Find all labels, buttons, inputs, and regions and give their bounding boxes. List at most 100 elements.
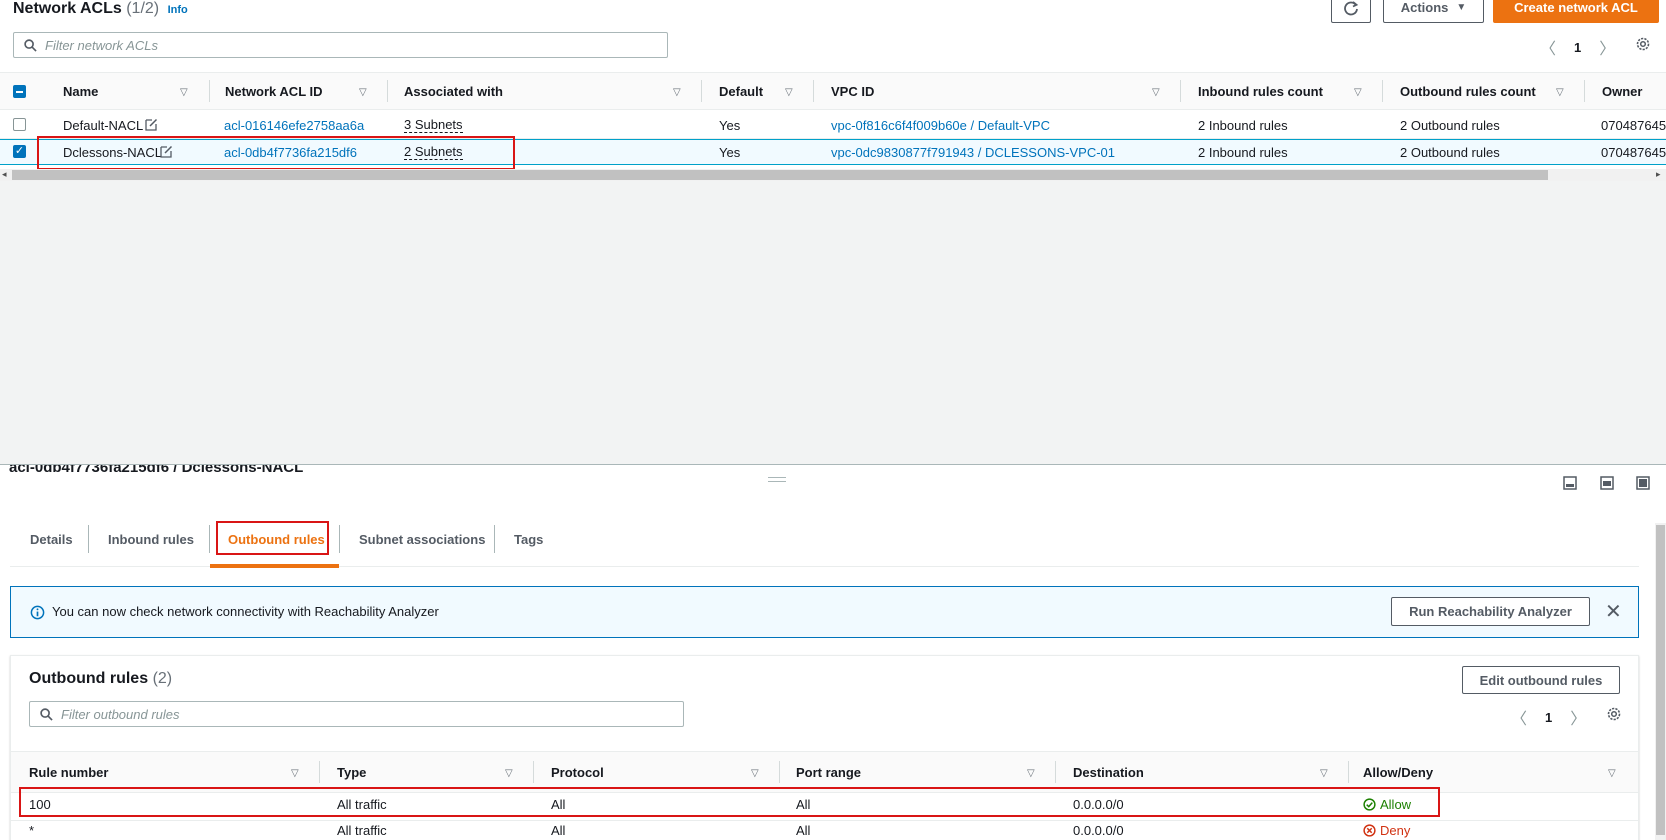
sort-icon[interactable]: ▽ bbox=[1354, 87, 1362, 98]
row-vpc-link[interactable]: vpc-0dc9830877f791943 / DCLESSONS-VPC-01 bbox=[831, 145, 1115, 160]
next-page-icon[interactable]: 〉 bbox=[1570, 705, 1586, 729]
info-link[interactable]: Info bbox=[168, 4, 188, 16]
tab-details[interactable]: Details bbox=[30, 532, 73, 547]
sort-icon[interactable]: ▽ bbox=[1027, 768, 1035, 779]
table-settings-icon[interactable] bbox=[1635, 36, 1651, 55]
prev-page-icon[interactable]: 〈 bbox=[1540, 35, 1556, 59]
col-name[interactable]: Name bbox=[63, 84, 98, 99]
row-checkbox[interactable] bbox=[13, 118, 26, 131]
alert-text: You can now check network connectivity w… bbox=[52, 604, 439, 619]
resize-handle[interactable] bbox=[768, 477, 786, 482]
highlight-box bbox=[19, 787, 1440, 817]
acl-search-placeholder: Filter network ACLs bbox=[45, 37, 158, 53]
column-divider[interactable] bbox=[779, 761, 780, 783]
sort-icon[interactable]: ▽ bbox=[785, 87, 793, 98]
sort-icon[interactable]: ▽ bbox=[1320, 768, 1328, 779]
acl-pagination: 〈 1 〉 bbox=[1540, 35, 1615, 59]
panel-full-icon[interactable] bbox=[1636, 476, 1650, 493]
refresh-icon bbox=[1344, 0, 1359, 15]
col-owner[interactable]: Owner bbox=[1602, 84, 1642, 99]
row-default: Yes bbox=[719, 118, 741, 133]
row-vpc-link[interactable]: vpc-0f816c6f4f009b60e / Default-VPC bbox=[831, 118, 1050, 133]
tab-tags[interactable]: Tags bbox=[514, 532, 543, 547]
col-default[interactable]: Default bbox=[719, 84, 763, 99]
col-network-acl-id[interactable]: Network ACL ID bbox=[225, 84, 323, 99]
outbound-title-text: Outbound rules bbox=[29, 670, 149, 687]
select-all-checkbox[interactable] bbox=[13, 85, 26, 98]
acl-search-input[interactable]: Filter network ACLs bbox=[13, 32, 668, 58]
row-checkbox-checked[interactable]: ✓ bbox=[13, 145, 26, 158]
column-divider[interactable] bbox=[1180, 80, 1181, 102]
col-protocol[interactable]: Protocol bbox=[551, 765, 604, 780]
caret-down-icon: ▼ bbox=[1456, 2, 1467, 13]
scrollbar-thumb[interactable] bbox=[12, 170, 1548, 180]
row-divider bbox=[11, 820, 1638, 821]
column-divider[interactable] bbox=[813, 80, 814, 102]
info-icon bbox=[30, 605, 45, 620]
col-outbound-rules-count[interactable]: Outbound rules count bbox=[1400, 84, 1536, 99]
col-associated-with[interactable]: Associated with bbox=[404, 84, 503, 99]
create-network-acl-button[interactable]: Create network ACL bbox=[1493, 0, 1659, 23]
scrollbar-thumb[interactable] bbox=[1656, 525, 1665, 835]
scroll-right-icon[interactable]: ▸ bbox=[1656, 169, 1661, 180]
tab-inbound-rules[interactable]: Inbound rules bbox=[108, 532, 194, 547]
column-divider[interactable] bbox=[1382, 80, 1383, 102]
refresh-button[interactable] bbox=[1331, 0, 1371, 23]
sort-icon[interactable]: ▽ bbox=[180, 87, 188, 98]
column-divider[interactable] bbox=[1055, 761, 1056, 783]
scroll-left-icon[interactable]: ◂ bbox=[2, 169, 7, 180]
next-page-icon[interactable]: 〉 bbox=[1599, 35, 1615, 59]
edit-outbound-rules-button[interactable]: Edit outbound rules bbox=[1462, 666, 1620, 694]
column-divider[interactable] bbox=[1348, 761, 1349, 783]
rule-type: All traffic bbox=[337, 823, 387, 838]
column-divider[interactable] bbox=[387, 80, 388, 102]
table-settings-icon[interactable] bbox=[1606, 706, 1622, 725]
column-divider[interactable] bbox=[533, 761, 534, 783]
col-type[interactable]: Type bbox=[337, 765, 366, 780]
detail-panel: acl-0db4f7736fa215df6 / Dclessons-NACL D… bbox=[0, 464, 1666, 840]
actions-button[interactable]: Actions ▼ bbox=[1383, 0, 1484, 23]
sort-icon[interactable]: ▽ bbox=[1608, 768, 1616, 779]
sort-icon[interactable]: ▽ bbox=[359, 87, 367, 98]
col-allow-deny[interactable]: Allow/Deny bbox=[1363, 765, 1433, 780]
sort-icon[interactable]: ▽ bbox=[1152, 87, 1160, 98]
sort-icon[interactable]: ▽ bbox=[1556, 87, 1564, 98]
prev-page-icon[interactable]: 〈 bbox=[1511, 705, 1527, 729]
edit-icon[interactable] bbox=[145, 118, 158, 131]
row-associated[interactable]: 3 Subnets bbox=[404, 117, 463, 133]
row-acl-id-link[interactable]: acl-016146efe2758aa6a bbox=[224, 118, 364, 133]
current-page[interactable]: 1 bbox=[1574, 40, 1581, 55]
col-destination[interactable]: Destination bbox=[1073, 765, 1144, 780]
sort-icon[interactable]: ▽ bbox=[673, 87, 681, 98]
sort-icon[interactable]: ▽ bbox=[751, 768, 759, 779]
tab-subnet-associations[interactable]: Subnet associations bbox=[359, 532, 485, 547]
sort-icon[interactable]: ▽ bbox=[291, 768, 299, 779]
column-divider[interactable] bbox=[1584, 80, 1585, 102]
outbound-search-input[interactable]: Filter outbound rules bbox=[29, 701, 684, 727]
col-vpc-id[interactable]: VPC ID bbox=[831, 84, 874, 99]
panel-side-icon[interactable] bbox=[1600, 476, 1614, 493]
col-rule-number[interactable]: Rule number bbox=[29, 765, 108, 780]
tab-divider bbox=[339, 525, 340, 553]
row-owner: 070487645 bbox=[1601, 145, 1666, 160]
actions-label: Actions bbox=[1400, 0, 1449, 15]
column-divider[interactable] bbox=[319, 761, 320, 783]
column-divider[interactable] bbox=[701, 80, 702, 102]
column-divider[interactable] bbox=[209, 80, 210, 102]
col-port-range[interactable]: Port range bbox=[796, 765, 861, 780]
row-owner: 070487645 bbox=[1601, 118, 1666, 133]
horizontal-scrollbar[interactable]: ◂ ▸ bbox=[0, 169, 1666, 181]
rule-destination: 0.0.0.0/0 bbox=[1073, 823, 1124, 838]
vertical-scrollbar[interactable] bbox=[1655, 523, 1666, 840]
close-icon[interactable]: ✕ bbox=[1605, 599, 1622, 624]
rule-number: * bbox=[29, 823, 35, 838]
highlight-box bbox=[37, 136, 515, 170]
run-reachability-analyzer-button[interactable]: Run Reachability Analyzer bbox=[1391, 597, 1590, 626]
active-tab-indicator bbox=[210, 564, 339, 568]
current-page[interactable]: 1 bbox=[1545, 710, 1552, 725]
col-inbound-rules-count[interactable]: Inbound rules count bbox=[1198, 84, 1323, 99]
search-icon bbox=[40, 707, 53, 721]
selection-count: (1/2) bbox=[126, 0, 160, 17]
sort-icon[interactable]: ▽ bbox=[505, 768, 513, 779]
panel-bottom-icon[interactable] bbox=[1563, 476, 1577, 493]
